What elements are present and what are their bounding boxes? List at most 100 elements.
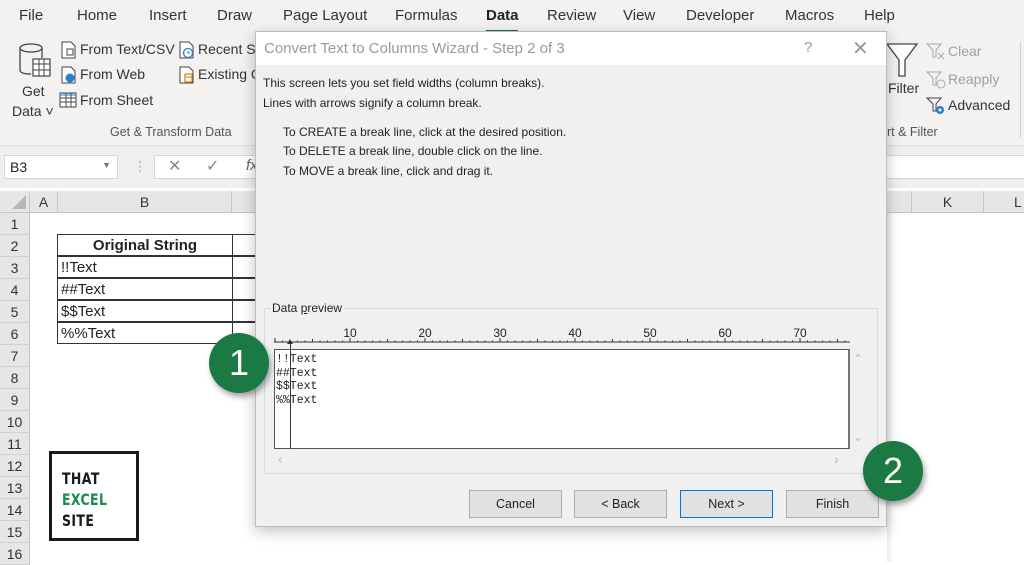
select-all-icon [12, 195, 26, 209]
cancel-entry-icon[interactable]: ✕ [168, 156, 181, 176]
advanced-filter-button[interactable]: Advanced [926, 96, 1016, 116]
clear-filter-icon [926, 43, 945, 60]
menu-page-layout[interactable]: Page Layout [283, 7, 367, 24]
row-header[interactable]: 9 [0, 389, 30, 411]
text-to-columns-dialog: Convert Text to Columns Wizard - Step 2 … [255, 31, 887, 527]
table-icon [59, 92, 77, 108]
column-header-b[interactable]: B [58, 191, 232, 213]
scroll-right-icon[interactable]: › [834, 451, 839, 467]
row-header[interactable]: 10 [0, 411, 30, 433]
column-header-a[interactable]: A [30, 191, 58, 213]
menu-developer[interactable]: Developer [686, 7, 754, 24]
instruction-delete: To DELETE a break line, double click on … [283, 144, 543, 158]
column-break-line[interactable] [290, 341, 291, 449]
menu-file[interactable]: File [19, 7, 43, 24]
web-file-icon [61, 66, 76, 84]
recent-sources-label: Recent Sc [198, 41, 263, 57]
column-ruler[interactable]: 10 20 30 40 50 60 70 [274, 328, 854, 344]
menu-draw[interactable]: Draw [217, 7, 252, 24]
formula-bar-grip-icon[interactable]: ⋮ [133, 158, 147, 175]
ruler-label: 50 [643, 328, 657, 340]
menu-review[interactable]: Review [547, 7, 596, 24]
row-header[interactable]: 1 [0, 213, 30, 235]
from-text-csv-label: From Text/CSV [80, 41, 175, 57]
column-header-k[interactable]: K [912, 191, 984, 213]
ruler-label: 70 [793, 328, 807, 340]
help-icon[interactable]: ? [804, 39, 812, 56]
row-header[interactable]: 14 [0, 499, 30, 521]
filter-button[interactable]: Filter [885, 40, 921, 102]
column-header-l[interactable]: L [984, 191, 1024, 213]
recent-sources-button[interactable]: Recent Sc [178, 40, 263, 60]
row-header[interactable]: 8 [0, 367, 30, 389]
scroll-down-icon[interactable]: ⌄ [853, 430, 863, 444]
reapply-label: Reapply [948, 71, 1000, 87]
table-cell[interactable]: %%Text [57, 322, 233, 344]
row-header[interactable]: 15 [0, 521, 30, 543]
row-header[interactable]: 11 [0, 433, 30, 455]
menu-insert[interactable]: Insert [149, 7, 187, 24]
menu-data[interactable]: Data [486, 7, 519, 24]
from-web-label: From Web [80, 66, 146, 82]
database-icon [19, 43, 51, 77]
preview-line: !!Text [276, 353, 318, 366]
row-header[interactable]: 5 [0, 301, 30, 323]
clear-filter-button[interactable]: Clear [926, 42, 996, 62]
clear-label: Clear [948, 43, 982, 59]
ruler-label: 60 [718, 328, 732, 340]
intro-text-2: Lines with arrows signify a column break… [263, 96, 482, 110]
scroll-left-icon[interactable]: ‹ [278, 451, 283, 467]
cancel-button[interactable]: Cancel [469, 490, 562, 518]
menu-macros[interactable]: Macros [785, 7, 834, 24]
preview-line: ##Text [276, 366, 318, 380]
logo-line-site: SITE [62, 511, 95, 530]
row-header[interactable]: 6 [0, 323, 30, 345]
row-header[interactable]: 2 [0, 235, 30, 257]
row-header[interactable]: 4 [0, 279, 30, 301]
row-header[interactable]: 3 [0, 257, 30, 279]
menu-bar: File Home Insert Draw Page Layout Formul… [0, 0, 1024, 34]
confirm-entry-icon[interactable]: ✓ [206, 156, 219, 176]
get-data-button[interactable]: Get Data ˅ [10, 42, 54, 119]
that-excel-site-logo: THAT EXCEL SITE [49, 451, 139, 541]
reapply-button[interactable]: Reapply [926, 70, 1006, 90]
name-box-value: B3 [10, 159, 28, 175]
advanced-label: Advanced [948, 97, 1011, 113]
menu-formulas[interactable]: Formulas [395, 7, 458, 24]
name-box-dropdown-icon[interactable]: ▼ [102, 160, 111, 170]
scroll-up-icon[interactable]: ⌃ [853, 352, 863, 366]
menu-home[interactable]: Home [77, 7, 117, 24]
ruler-label: 40 [568, 328, 582, 340]
from-text-csv-button[interactable]: From Text/CSV [60, 40, 180, 60]
column-break-arrow-icon[interactable] [287, 339, 293, 344]
table-header-cell[interactable]: Original String [57, 234, 233, 256]
table-cell[interactable]: ##Text [57, 278, 233, 300]
from-sheet-button[interactable]: From Sheet [58, 91, 178, 111]
row-header[interactable]: 7 [0, 345, 30, 367]
data-preview-box[interactable]: !!Text ##Text $$Text %%Text [274, 349, 850, 449]
logo-line-that: THAT [62, 469, 100, 488]
dialog-shadow [887, 213, 893, 562]
name-box[interactable]: B3 ▼ [4, 155, 118, 179]
close-icon[interactable]: ✕ [852, 36, 869, 61]
from-sheet-label: From Sheet [80, 92, 154, 108]
dialog-titlebar[interactable]: Convert Text to Columns Wizard - Step 2 … [256, 32, 886, 65]
menu-help[interactable]: Help [864, 7, 895, 24]
advanced-filter-icon [926, 97, 944, 114]
table-cell[interactable]: $$Text [57, 300, 233, 322]
select-all-corner[interactable] [0, 191, 30, 213]
existing-connections-label: Existing C [198, 66, 262, 82]
dialog-title: Convert Text to Columns Wizard - Step 2 … [264, 40, 565, 57]
row-header[interactable]: 13 [0, 477, 30, 499]
existing-connections-button[interactable]: Existing C [178, 65, 262, 85]
row-header[interactable]: 12 [0, 455, 30, 477]
preview-line: $$Text [276, 380, 318, 393]
table-cell[interactable]: !!Text [57, 256, 233, 278]
back-button[interactable]: < Back [574, 490, 667, 518]
instruction-create: To CREATE a break line, click at the des… [283, 125, 567, 139]
data-preview-label: Data preview [270, 301, 345, 315]
next-button[interactable]: Next > [680, 490, 773, 518]
menu-view[interactable]: View [623, 7, 655, 24]
finish-button[interactable]: Finish [786, 490, 879, 518]
from-web-button[interactable]: From Web [60, 65, 180, 85]
